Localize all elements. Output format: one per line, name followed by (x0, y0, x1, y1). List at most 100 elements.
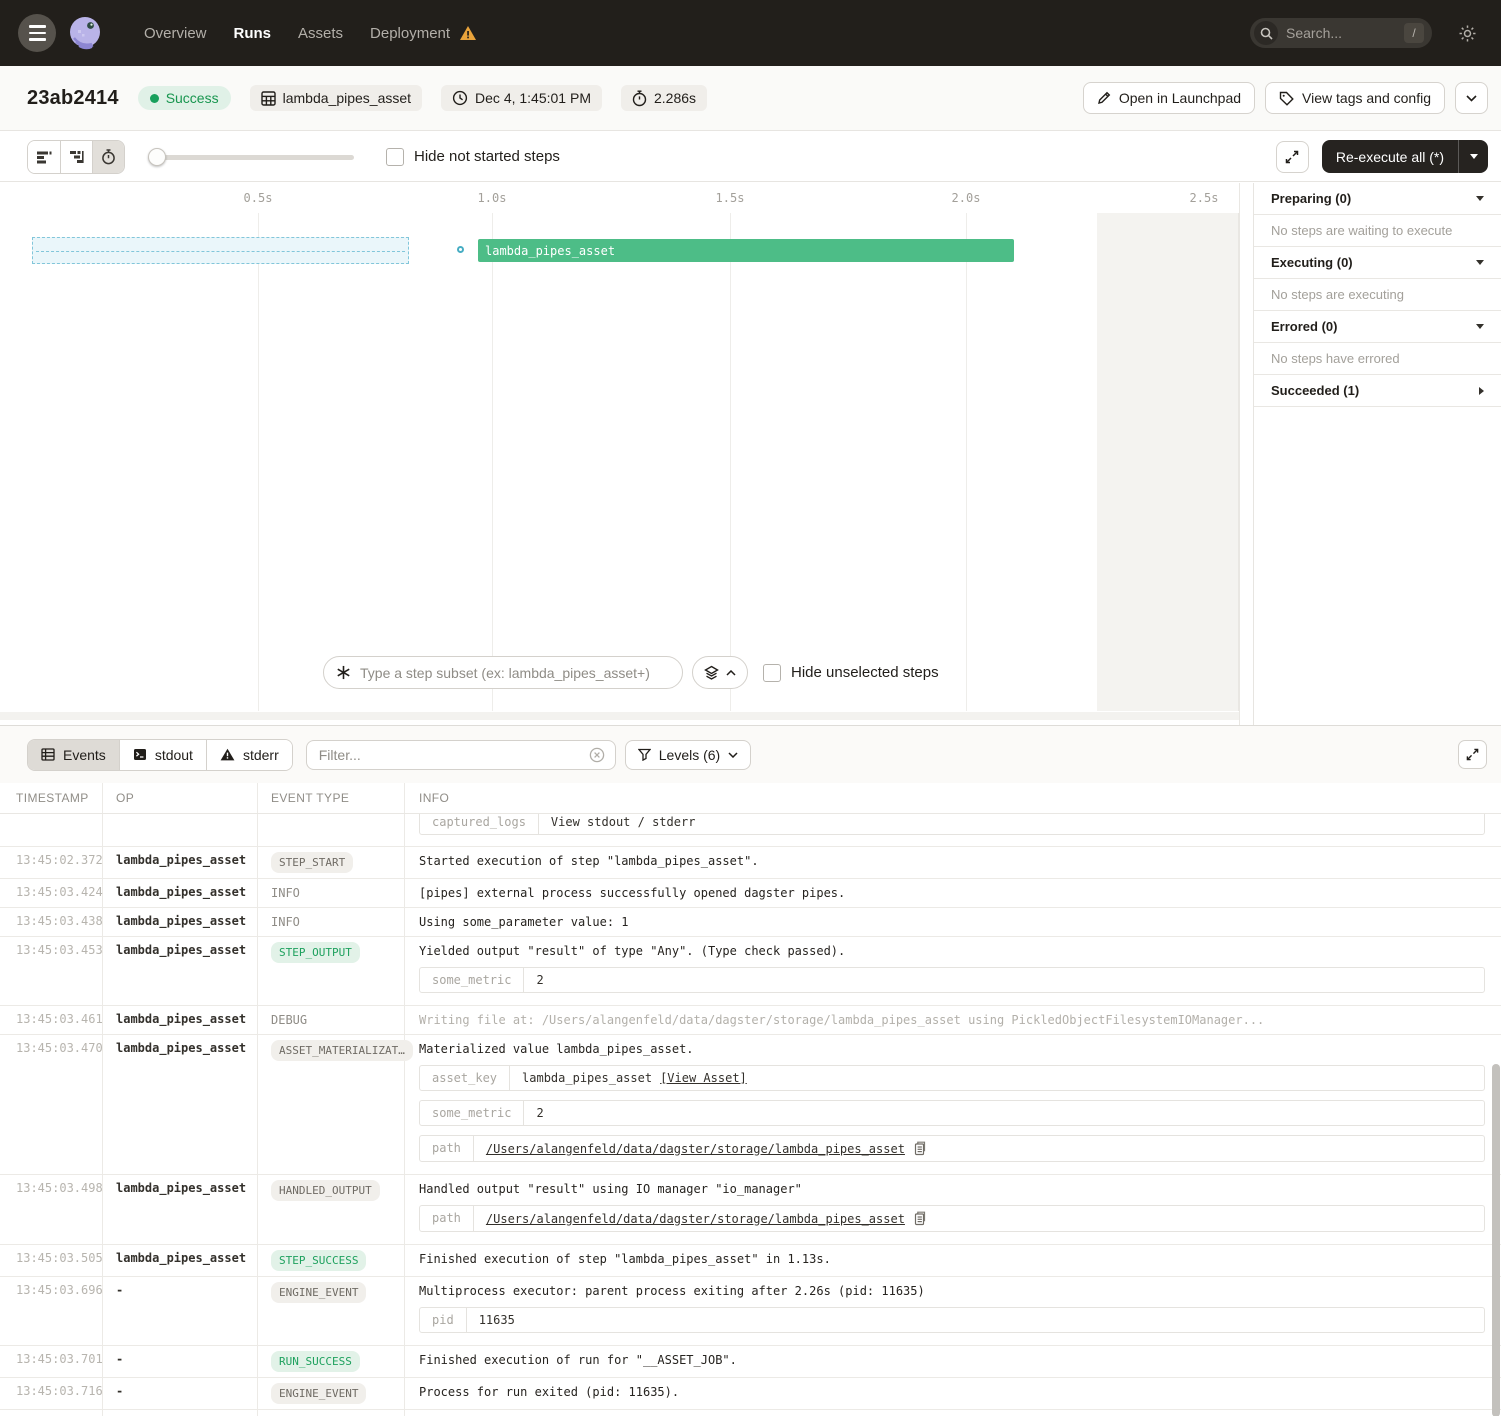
hamburger-menu-button[interactable] (18, 14, 56, 52)
log-row[interactable]: 13:45:03.424lambda_pipes_assetINFO[pipes… (0, 879, 1501, 908)
log-timestamp: 13:45:03.438 (0, 908, 103, 936)
events-fullscreen-button[interactable] (1458, 740, 1487, 769)
dagster-logo[interactable] (64, 12, 106, 54)
status-section-header-1[interactable]: Preparing (0) (1254, 183, 1501, 215)
metadata-path-link[interactable]: /Users/alangenfeld/data/dagster/storage/… (486, 1212, 905, 1226)
status-dot-icon (150, 94, 159, 103)
axis-tick-label: 1.5s (716, 191, 745, 205)
log-op (103, 814, 258, 847)
tag-icon (1279, 91, 1294, 106)
log-op: lambda_pipes_asset (103, 1006, 258, 1034)
metadata-entry: captured_logsView stdout / stderr (419, 814, 1485, 835)
reexecute-all-button[interactable]: Re-execute all (*) (1322, 140, 1488, 173)
gantt-section: 0.5s1.0s1.5s2.0s2.5s lambda_pipes_asset … (0, 183, 1501, 725)
view-asset-link[interactable]: [View Asset] (660, 1071, 747, 1085)
log-row[interactable]: 13:45:03.716-ENGINE_EVENTProcess for run… (0, 1378, 1501, 1410)
log-info: captured_logsView stdout / stderr (405, 814, 1501, 847)
log-info-text: Yielded output "result" of type "Any". (… (419, 943, 1485, 958)
log-row[interactable]: captured_logsView stdout / stderr (0, 814, 1501, 847)
run-header-more-button[interactable] (1455, 82, 1488, 114)
log-info: Started execution of step "lambda_pipes_… (405, 847, 1501, 878)
log-row[interactable]: 13:45:03.505lambda_pipes_assetSTEP_SUCCE… (0, 1245, 1501, 1277)
event-type-badge: RUN_SUCCESS (271, 1351, 360, 1372)
events-vertical-scrollbar[interactable] (1492, 1064, 1500, 1416)
view-waterfall-button[interactable] (60, 141, 92, 173)
log-row[interactable]: 13:45:03.498lambda_pipes_assetHANDLED_OU… (0, 1175, 1501, 1245)
log-op: lambda_pipes_asset (103, 908, 258, 936)
log-filter-input[interactable]: Filter... (306, 740, 616, 770)
copy-icon[interactable] (913, 1141, 926, 1156)
metadata-key: some_metric (420, 968, 524, 992)
log-info: Writing file at: /Users/alangenfeld/data… (405, 1006, 1501, 1034)
log-timestamp: 13:45:03.470 (0, 1035, 103, 1174)
log-row[interactable]: 13:45:03.470lambda_pipes_assetASSET_MATE… (0, 1035, 1501, 1175)
view-flat-button[interactable] (28, 141, 60, 173)
hide-not-started-checkbox[interactable] (386, 148, 404, 166)
job-tag[interactable]: lambda_pipes_asset (250, 85, 422, 111)
status-section-header-4[interactable]: Succeeded (1) (1254, 375, 1501, 407)
events-toolbar: Events stdout stderr Filter... (0, 726, 1501, 783)
metadata-key: captured_logs (420, 814, 539, 834)
event-type-label: DEBUG (271, 1012, 307, 1027)
gantt-horizontal-scrollbar[interactable] (0, 712, 1240, 720)
view-timed-button[interactable] (92, 141, 124, 173)
status-section-header-3[interactable]: Errored (0) (1254, 311, 1501, 343)
copy-icon[interactable] (913, 1211, 926, 1226)
log-row[interactable]: 13:45:03.701-RUN_SUCCESSFinished executi… (0, 1346, 1501, 1378)
event-type-badge: STEP_SUCCESS (271, 1250, 366, 1271)
tab-stdout[interactable]: stdout (119, 740, 206, 770)
metadata-value: View stdout / stderr (539, 814, 708, 834)
settings-gear-icon[interactable] (1458, 24, 1477, 43)
log-info-text: Process for run exited (pid: 11635). (419, 1384, 1485, 1399)
view-tags-config-button[interactable]: View tags and config (1265, 82, 1445, 114)
log-event-type (258, 814, 405, 847)
log-event-type: ENGINE_EVENT (258, 1378, 405, 1409)
metadata-path-link[interactable]: /Users/alangenfeld/data/dagster/storage/… (486, 1142, 905, 1156)
graph-query-layers-button[interactable] (692, 656, 748, 689)
log-timestamp: 13:45:03.461 (0, 1006, 103, 1034)
gantt-step-bar[interactable]: lambda_pipes_asset (478, 239, 1014, 262)
log-op: lambda_pipes_asset (103, 1035, 258, 1174)
hide-unselected-option: Hide unselected steps (763, 664, 939, 682)
open-in-launchpad-button[interactable]: Open in Launchpad (1083, 82, 1255, 114)
metadata-key: pid (420, 1308, 467, 1332)
log-row[interactable]: 13:45:03.461lambda_pipes_asset DEBUG Writi… (0, 1006, 1501, 1035)
gantt-fullscreen-button[interactable] (1276, 141, 1309, 173)
status-section-header-2[interactable]: Executing (0) (1254, 247, 1501, 279)
axis-gridline (492, 213, 493, 711)
reexecute-dropdown-button[interactable] (1458, 140, 1488, 173)
clear-filter-icon[interactable] (589, 747, 605, 763)
hide-not-started-option: Hide not started steps (386, 148, 560, 166)
nav-item-assets[interactable]: Assets (298, 25, 343, 42)
metadata-text: 2 (536, 973, 543, 987)
log-event-type: ENGINE_EVENT (258, 1277, 405, 1345)
log-event-type: HANDLED_OUTPUT (258, 1175, 405, 1244)
hide-unselected-checkbox[interactable] (763, 664, 781, 682)
search-shortcut-key: / (1404, 23, 1424, 43)
log-table-header: TIMESTAMP OP EVENT TYPE INFO (0, 783, 1501, 814)
log-row[interactable]: 13:45:02.372lambda_pipes_assetSTEP_START… (0, 847, 1501, 879)
log-event-type: STEP_OUTPUT (258, 937, 405, 1005)
nav-item-overview[interactable]: Overview (144, 25, 207, 42)
step-subset-input[interactable]: Type a step subset (ex: lambda_pipes_ass… (323, 656, 683, 689)
metadata-value: /Users/alangenfeld/data/dagster/storage/… (474, 1206, 938, 1231)
log-row[interactable]: 13:45:03.438lambda_pipes_assetINFOUsing … (0, 908, 1501, 937)
slider-knob[interactable] (148, 148, 166, 166)
log-row[interactable]: 13:45:03.696-ENGINE_EVENTMultiprocess ex… (0, 1277, 1501, 1346)
tab-events[interactable]: Events (28, 740, 119, 770)
log-timestamp: 13:45:02.372 (0, 847, 103, 878)
nav-item-deployment[interactable]: Deployment (370, 25, 477, 42)
nav-item-runs[interactable]: Runs (234, 25, 272, 42)
metadata-value: 2 (524, 968, 555, 992)
gantt-step-marker[interactable] (457, 246, 464, 253)
levels-filter-button[interactable]: Levels (6) (625, 740, 751, 770)
global-search-input[interactable]: Search... / (1250, 18, 1432, 48)
log-event-type: INFO (258, 879, 405, 907)
log-info: Using some_parameter value: 1 (405, 908, 1501, 936)
log-info: [pipes] external process successfully op… (405, 879, 1501, 907)
log-info-text: Started execution of step "lambda_pipes_… (419, 853, 1485, 868)
tab-stderr[interactable]: stderr (206, 740, 292, 770)
gantt-after-run-region (1097, 213, 1239, 711)
gantt-zoom-slider[interactable] (148, 148, 354, 166)
log-row[interactable]: 13:45:03.453lambda_pipes_assetSTEP_OUTPU… (0, 937, 1501, 1006)
